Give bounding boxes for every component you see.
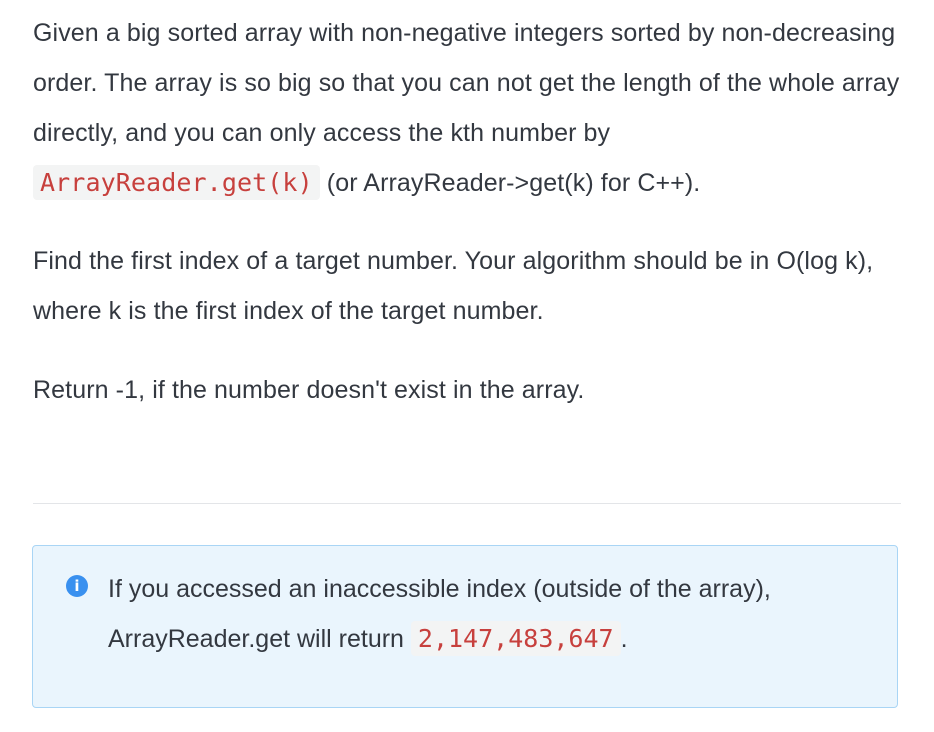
problem-paragraph-1: Given a big sorted array with non-negati… bbox=[33, 8, 901, 208]
info-note: i If you accessed an inaccessible index … bbox=[32, 545, 898, 708]
problem-paragraph-3: Return -1, if the number doesn't exist i… bbox=[33, 376, 585, 404]
problem-description: Given a big sorted array with non-negati… bbox=[33, 8, 901, 415]
problem-text: Given a big sorted array with non-negati… bbox=[33, 19, 900, 147]
inline-code: 2,147,483,647 bbox=[410, 621, 621, 656]
problem-text: (or ArrayReader->get(k) for C++). bbox=[319, 169, 701, 197]
info-note-text: If you accessed an inaccessible index (o… bbox=[108, 564, 868, 664]
note-text: . bbox=[620, 625, 628, 653]
inline-code: ArrayReader.get(k) bbox=[33, 165, 320, 200]
problem-paragraph-2: Find the first index of a target number.… bbox=[33, 247, 874, 325]
divider bbox=[33, 503, 901, 504]
info-icon: i bbox=[66, 575, 88, 597]
